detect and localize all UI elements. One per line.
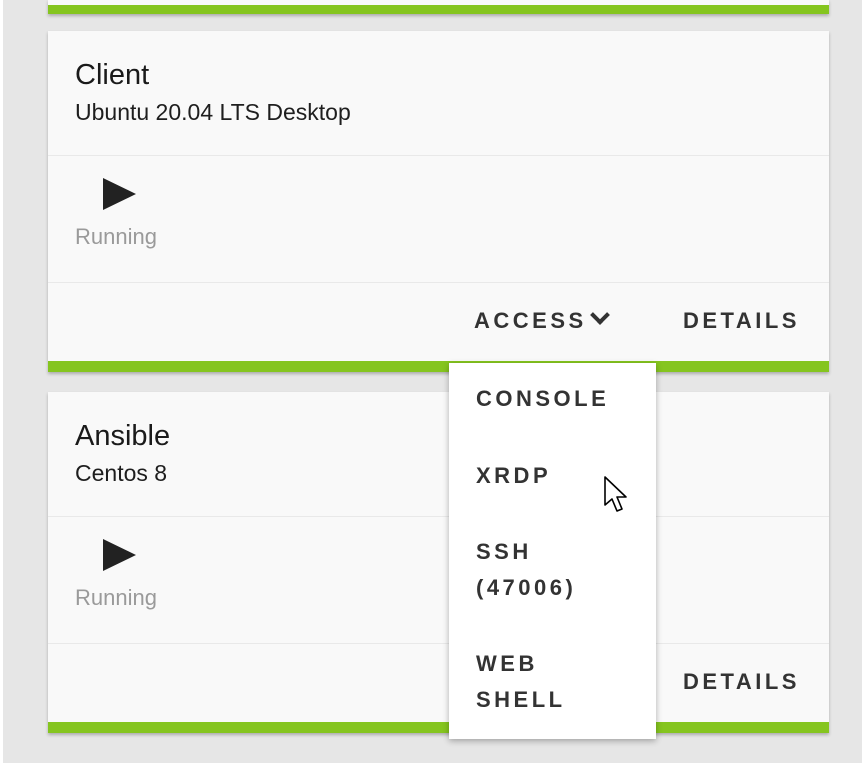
play-icon — [103, 178, 136, 210]
vm-card-client: Client Ubuntu 20.04 LTS Desktop Running … — [48, 31, 829, 372]
previous-card-bottom — [48, 0, 829, 14]
menu-item-ssh[interactable]: SSH (47006) — [476, 534, 626, 606]
play-icon — [103, 539, 136, 571]
details-button[interactable]: DETAILS — [683, 669, 800, 695]
vm-os: Centos 8 — [75, 460, 168, 486]
access-button[interactable]: ACCESS — [474, 305, 610, 334]
menu-item-console[interactable]: CONSOLE — [476, 381, 646, 417]
vm-name: Ansible — [75, 420, 171, 452]
card-status-section: Running — [48, 517, 829, 644]
card-header: Ansible Centos 8 — [48, 392, 829, 517]
menu-item-web-shell[interactable]: WEB SHELL — [476, 646, 626, 718]
window-edge-left — [0, 0, 3, 766]
card-header: Client Ubuntu 20.04 LTS Desktop — [48, 31, 829, 156]
card-status-bar — [48, 722, 829, 733]
status-label: Running — [75, 585, 157, 610]
previous-card-status-bar — [48, 5, 829, 14]
card-actions: DETAILS — [48, 644, 829, 722]
details-button[interactable]: DETAILS — [683, 308, 800, 334]
vm-name: Client — [75, 59, 150, 91]
card-status-section: Running — [48, 156, 829, 283]
vm-os: Ubuntu 20.04 LTS Desktop — [75, 99, 351, 125]
chevron-down-icon — [589, 305, 610, 325]
card-actions: ACCESS DETAILS — [48, 283, 829, 361]
card-status-bar — [48, 361, 829, 372]
access-dropdown-menu: CONSOLE XRDP SSH (47006) WEB SHELL — [449, 363, 656, 739]
status-label: Running — [75, 224, 157, 249]
access-button-label: ACCESS — [474, 308, 587, 333]
vm-card-ansible: Ansible Centos 8 Running DETAILS — [48, 392, 829, 733]
mouse-cursor-icon — [604, 476, 627, 512]
